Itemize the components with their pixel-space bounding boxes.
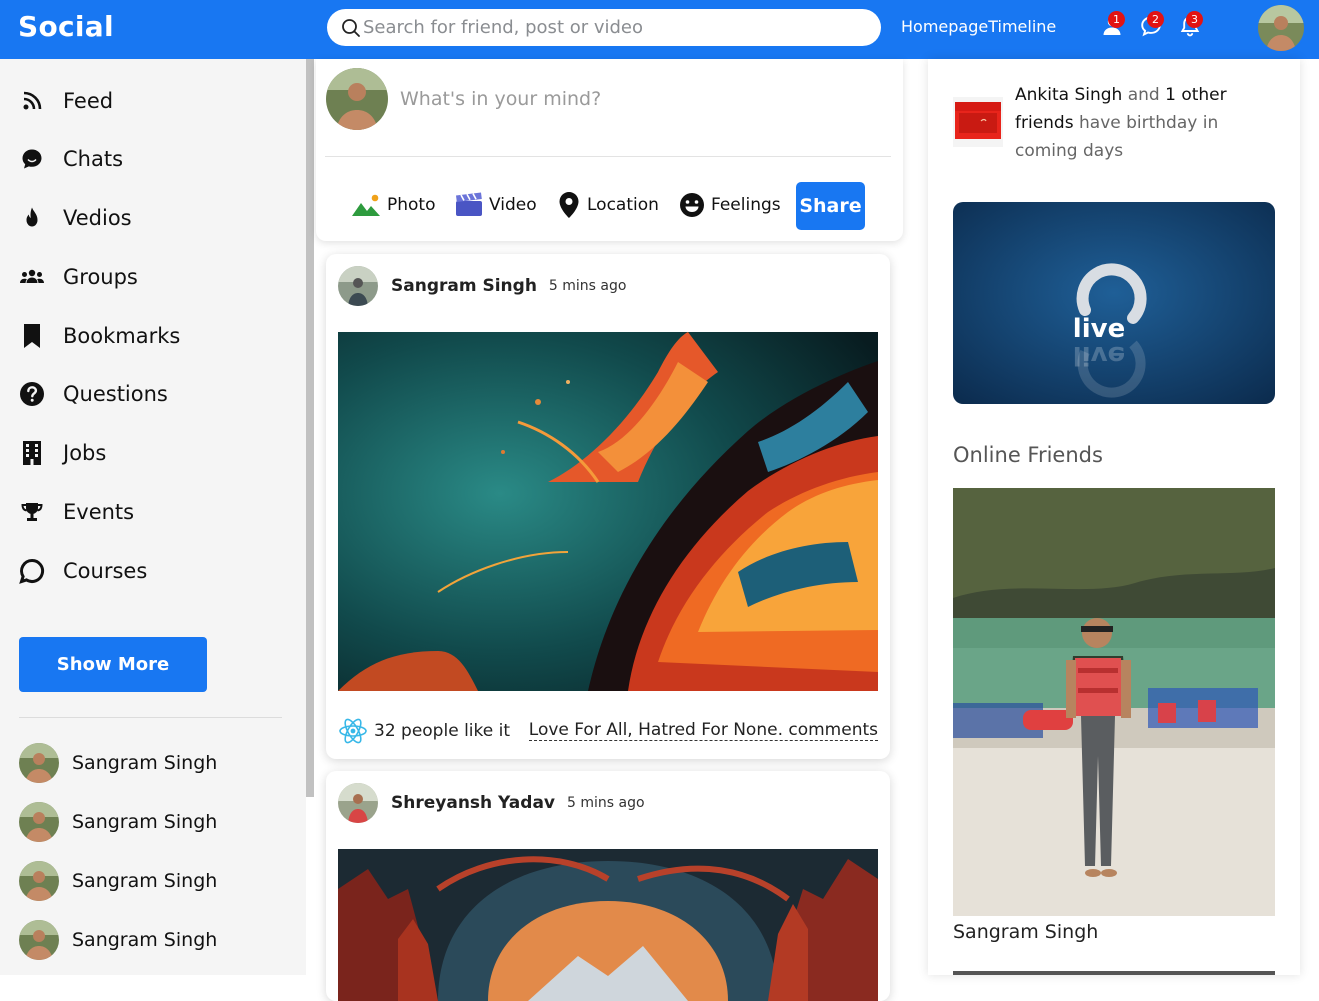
clapperboard-icon <box>456 192 482 216</box>
search-bar[interactable] <box>327 9 881 46</box>
profile-avatar[interactable] <box>1256 3 1306 53</box>
speech-icon <box>18 557 46 585</box>
top-links[interactable]: HomepageTimeline <box>901 17 1056 36</box>
sidebar-item-label: Groups <box>63 265 138 289</box>
live-ad-banner[interactable]: live live <box>953 202 1275 404</box>
sidebar-item-label: Chats <box>63 147 124 171</box>
avatar <box>19 802 59 842</box>
sidebar-item-label: Courses <box>63 559 148 583</box>
sidebar-item-label: Questions <box>63 382 168 406</box>
sidebar-item-label: Jobs <box>63 441 107 465</box>
online-friend-next <box>953 971 1275 975</box>
post-header: Shreyansh Yadav 5 mins ago <box>338 783 645 823</box>
avatar-image <box>1258 5 1304 51</box>
avatar <box>326 68 388 130</box>
group-icon <box>18 263 46 291</box>
sidebar-item-courses[interactable]: Courses <box>18 556 147 586</box>
sidebar-item-groups[interactable]: Groups <box>18 262 138 292</box>
sidebar-item-label: Feed <box>63 89 114 113</box>
rss-icon <box>18 87 46 115</box>
online-friend-name[interactable]: Sangram Singh <box>953 921 1098 943</box>
friend-name: Sangram Singh <box>72 929 218 951</box>
sidebar-scrollbar[interactable] <box>306 59 314 797</box>
notifications-button[interactable]: 3 <box>1178 11 1204 40</box>
show-more-button[interactable]: Show More <box>19 637 207 692</box>
right-sidebar: Ankita Singh and 1 other friends have bi… <box>928 59 1300 975</box>
messages-button[interactable]: 2 <box>1139 11 1165 40</box>
post-card: Shreyansh Yadav 5 mins ago <box>326 771 890 1001</box>
post-image[interactable] <box>338 332 878 691</box>
share-button[interactable]: Share <box>796 182 865 230</box>
online-friend-photo[interactable] <box>953 488 1275 916</box>
question-icon <box>18 380 46 408</box>
post-author[interactable]: Sangram Singh <box>391 276 537 296</box>
like-button[interactable]: 32 people like it <box>338 714 510 748</box>
sidebar-item-jobs[interactable]: Jobs <box>18 438 106 468</box>
notification-badge: 3 <box>1186 11 1203 28</box>
video-option[interactable]: Video <box>455 190 537 220</box>
chat-icon <box>18 145 46 173</box>
emoji-icon <box>680 193 704 217</box>
top-navbar: Social HomepageTimeline 1 2 3 <box>0 0 1319 59</box>
avatar[interactable] <box>338 783 378 823</box>
friend-list-item[interactable]: Sangram Singh <box>19 920 217 960</box>
photo-icon <box>352 194 380 216</box>
like-count: 32 people like it <box>374 721 510 741</box>
sidebar-divider <box>19 717 282 718</box>
online-friends-title: Online Friends <box>953 443 1103 467</box>
friend-list-item[interactable]: Sangram Singh <box>19 802 217 842</box>
post-author[interactable]: Shreyansh Yadav <box>391 793 555 813</box>
react-like-icon <box>339 718 367 744</box>
trophy-icon <box>18 498 46 526</box>
post-time: 5 mins ago <box>548 278 627 294</box>
sidebar-item-chats[interactable]: Chats <box>18 144 123 174</box>
post-header: Sangram Singh 5 mins ago <box>338 266 626 306</box>
avatar <box>19 920 59 960</box>
feelings-option[interactable]: Feelings <box>679 190 781 220</box>
sidebar-item-bookmarks[interactable]: Bookmarks <box>18 321 180 351</box>
post-footer: 32 people like it Love For All, Hatred F… <box>338 714 878 748</box>
app-logo[interactable]: Social <box>18 10 114 43</box>
notification-badge: 1 <box>1108 11 1125 28</box>
birthday-name[interactable]: Ankita Singh <box>1015 85 1122 105</box>
comments-link[interactable]: Love For All, Hatred For None. comments <box>528 720 878 741</box>
photo-option[interactable]: Photo <box>351 190 436 220</box>
sidebar-item-questions[interactable]: Questions <box>18 379 168 409</box>
friend-list-item[interactable]: Sangram Singh <box>19 743 217 783</box>
avatar[interactable] <box>338 266 378 306</box>
location-option[interactable]: Location <box>557 190 659 220</box>
friend-requests-button[interactable]: 1 <box>1100 11 1126 40</box>
post-input[interactable] <box>400 88 880 110</box>
search-icon <box>342 19 360 37</box>
post-image[interactable] <box>338 849 878 1001</box>
sidebar-item-events[interactable]: Events <box>18 497 134 527</box>
post-time: 5 mins ago <box>567 795 645 811</box>
svg-text:live: live <box>1073 340 1125 370</box>
friend-list-item[interactable]: Sangram Singh <box>19 861 217 901</box>
sidebar-item-label: Bookmarks <box>63 324 181 348</box>
share-box: Photo Video Location Feelings Share <box>316 59 903 241</box>
post-card: Sangram Singh 5 mins ago 32 people like … <box>326 254 890 759</box>
friend-name: Sangram Singh <box>72 811 218 833</box>
avatar <box>19 743 59 783</box>
birthday-notice: Ankita Singh and 1 other friends have bi… <box>1015 85 1227 161</box>
friend-name: Sangram Singh <box>72 870 218 892</box>
avatar <box>19 861 59 901</box>
sidebar-item-feed[interactable]: Feed <box>18 86 113 116</box>
building-icon <box>18 439 46 467</box>
sidebar-item-label: Events <box>63 500 135 524</box>
notification-badge: 2 <box>1147 11 1164 28</box>
friend-name: Sangram Singh <box>72 752 218 774</box>
bookmark-icon <box>18 322 46 350</box>
flame-icon <box>18 204 46 232</box>
sidebar-item-videos[interactable]: Vedios <box>18 203 132 233</box>
location-pin-icon <box>559 192 579 218</box>
sidebar-item-label: Vedios <box>63 206 132 230</box>
live-label: live <box>1073 314 1125 344</box>
search-input[interactable] <box>363 15 863 40</box>
gift-icon <box>953 97 1003 147</box>
divider <box>325 156 891 157</box>
